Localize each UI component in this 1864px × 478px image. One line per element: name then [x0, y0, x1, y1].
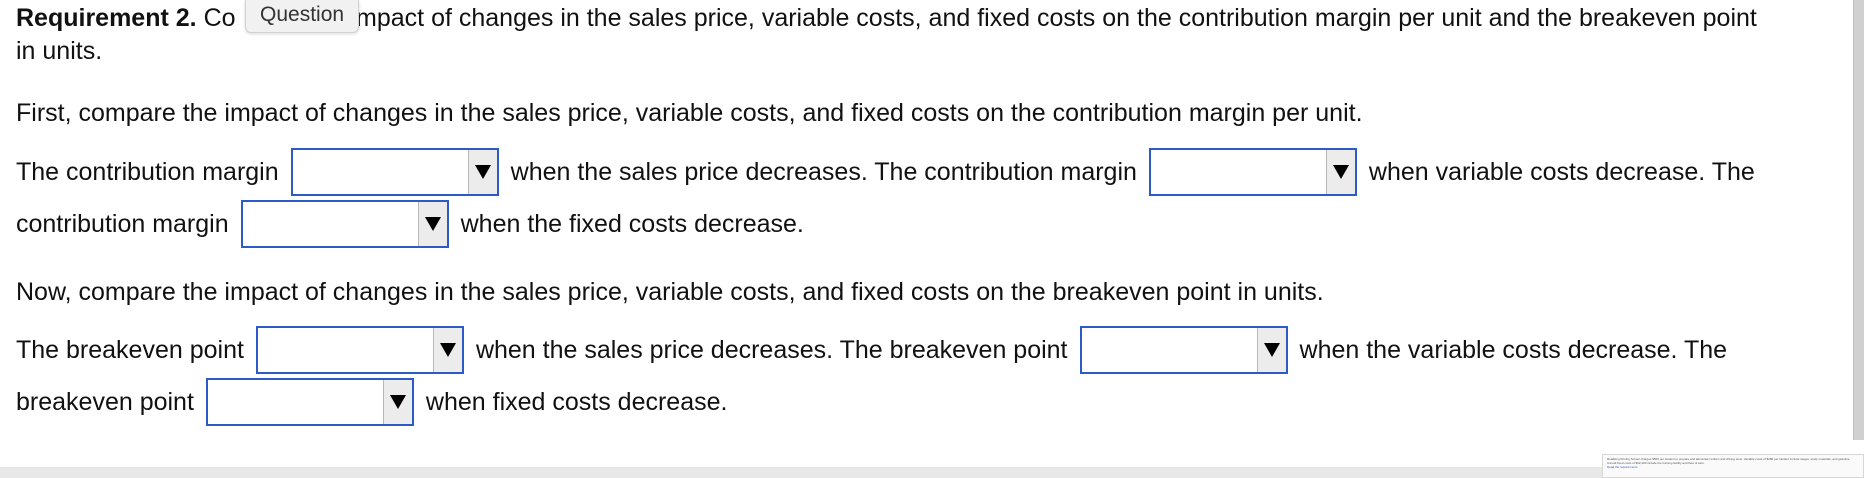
be-variable-costs-dropdown[interactable]	[1079, 326, 1288, 374]
thumbnail-requirements-link[interactable]: Read the requirements	[1607, 465, 1859, 469]
dropdown-arrow-icon[interactable]	[1256, 328, 1286, 372]
section1-line2-text-b: when the fixed costs decrease.	[460, 209, 804, 238]
dropdown-arrow-icon[interactable]	[382, 380, 412, 424]
section2-line2: breakeven point when fixed costs decreas…	[16, 376, 727, 428]
be-sales-price-dropdown[interactable]	[255, 326, 464, 374]
cm-fixed-costs-dropdown[interactable]	[240, 200, 449, 248]
requirement-text-rest: impact of changes in the sales price, va…	[350, 4, 1757, 32]
section1-line1-text-c: when variable costs decrease. The	[1368, 157, 1755, 186]
be-fixed-costs-dropdown[interactable]	[205, 378, 414, 426]
section1-line1-text-b: when the sales price decreases. The cont…	[510, 157, 1137, 186]
requirement-text-start: Co	[203, 4, 236, 32]
requirement-text-line2: in units.	[16, 37, 103, 65]
section1-intro: First, compare the impact of changes in …	[16, 99, 1363, 127]
section2-line1-text-b: when the sales price decreases. The brea…	[475, 335, 1068, 364]
section2-line2-text-b: when fixed costs decrease.	[425, 387, 728, 416]
section2-line1-text-a: The breakeven point	[16, 335, 244, 364]
dropdown-arrow-icon[interactable]	[467, 150, 497, 194]
dropdown-arrow-icon[interactable]	[432, 328, 462, 372]
dropdown-arrow-icon[interactable]	[1325, 150, 1355, 194]
cm-variable-costs-dropdown[interactable]	[1148, 148, 1357, 196]
section1-line1: The contribution margin when the sales p…	[16, 146, 1755, 198]
dropdown-arrow-icon[interactable]	[417, 202, 447, 246]
section2-line1-text-c: when the variable costs decrease. The	[1299, 335, 1728, 364]
cm-sales-price-dropdown[interactable]	[290, 148, 499, 196]
section2-intro: Now, compare the impact of changes in th…	[16, 278, 1324, 306]
vertical-scrollbar[interactable]	[1853, 0, 1864, 440]
requirement-label: Requirement 2.	[16, 4, 197, 32]
section2-line2-text-a: breakeven point	[16, 387, 194, 416]
thumbnail-text: Roadking Driving School charges $560 per…	[1607, 457, 1851, 465]
question-tooltip: Question	[245, 0, 360, 33]
section1-line1-text-a: The contribution margin	[16, 157, 279, 186]
section1-line2-text-a: contribution margin	[16, 209, 229, 238]
section2-line1: The breakeven point when the sales price…	[16, 324, 1727, 376]
problem-thumbnail[interactable]: Roadking Driving School charges $560 per…	[1602, 454, 1864, 478]
section1-line2: contribution margin when the fixed costs…	[16, 198, 804, 250]
bottom-bar	[0, 467, 1864, 478]
